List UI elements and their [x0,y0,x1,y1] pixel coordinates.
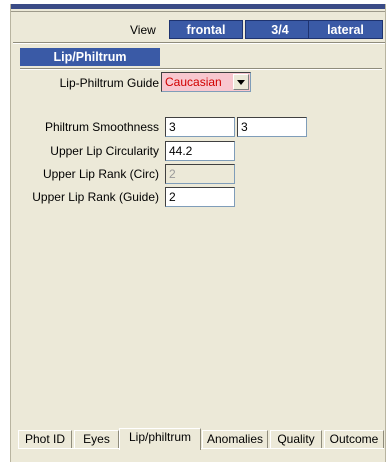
section-title: Lip/Philtrum [20,48,160,66]
rank-circ-input [165,164,235,184]
divider-highlight [13,43,385,44]
tab-quality[interactable]: Quality [270,430,322,449]
section-divider-highlight [20,69,382,70]
guide-label: Lip-Philtrum Guide [59,76,159,90]
smoothness-label: Philtrum Smoothness [44,120,159,134]
rank-circ-label: Upper Lip Rank (Circ) [42,167,159,181]
circularity-label: Upper Lip Circularity [50,144,159,158]
view-label: View [130,23,156,37]
view-three-quarter-button[interactable]: 3/4 [245,20,315,39]
rank-guide-input[interactable] [165,187,235,207]
smoothness-input-1[interactable] [165,117,235,137]
top-bar [11,4,385,9]
tab-anomalies[interactable]: Anomalies [202,430,268,449]
tab-lip-philtrum[interactable]: Lip/philtrum [119,428,201,450]
tab-outcome[interactable]: Outcome [324,430,384,449]
tab-baseline [18,448,384,449]
view-lateral-button[interactable]: lateral [308,20,383,39]
rank-guide-label: Upper Lip Rank (Guide) [32,190,159,204]
chevron-down-icon[interactable] [233,74,249,90]
tab-eyes[interactable]: Eyes [74,430,119,449]
smoothness-input-2[interactable] [237,117,307,137]
guide-select-value: Caucasian [165,75,222,89]
tab-phot-id[interactable]: Phot ID [18,430,72,449]
tab-bar: Phot ID Eyes Lip/philtrum Anomalies Qual… [18,428,384,450]
top-rule [11,11,385,12]
guide-select[interactable]: Caucasian [161,72,251,92]
circularity-input[interactable] [165,141,235,161]
analysis-panel: View frontal 3/4 lateral Lip/Philtrum Li… [10,4,386,462]
view-frontal-button[interactable]: frontal [169,20,243,39]
